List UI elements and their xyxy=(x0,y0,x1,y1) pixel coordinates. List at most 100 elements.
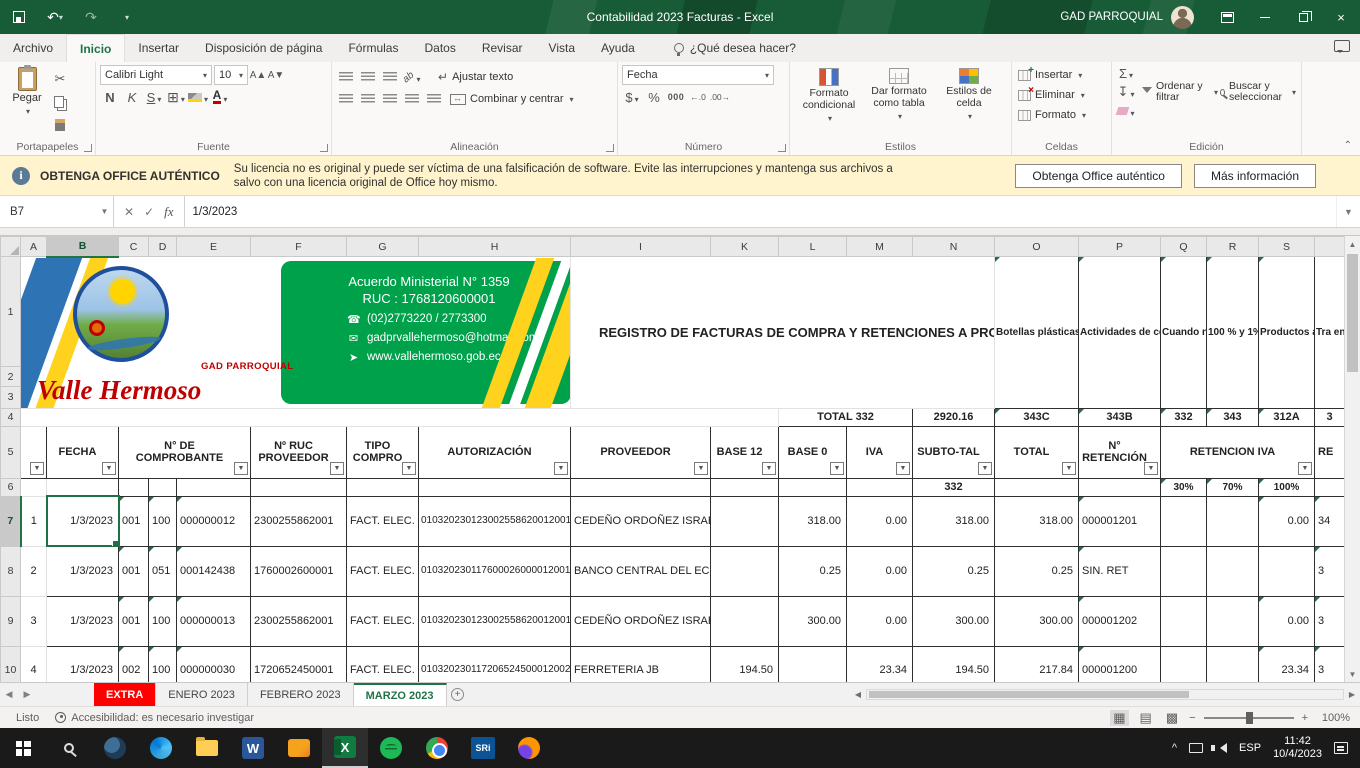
tab-revisar[interactable]: Revisar xyxy=(469,34,536,62)
col-header-n[interactable]: N xyxy=(913,237,995,257)
empty-cell[interactable] xyxy=(119,478,149,496)
sheet-tab-marzo[interactable]: MARZO 2023 xyxy=(354,683,447,706)
row-header-2[interactable]: 2 xyxy=(1,367,20,387)
row-header-4[interactable]: 4 xyxy=(1,408,21,426)
cell[interactable]: 001 xyxy=(119,496,149,546)
vertical-scrollbar[interactable]: ▲ ▼ xyxy=(1344,236,1360,682)
cell[interactable]: 0103202301230025586200120011000000000131… xyxy=(419,596,571,646)
cell[interactable]: CEDEÑO ORDOÑEZ ISRAEL DAVID xyxy=(571,596,711,646)
cell[interactable]: 2300255862001 xyxy=(251,596,347,646)
restore-button[interactable] xyxy=(1284,0,1322,34)
name-box-caret-icon[interactable]: ▼ xyxy=(96,196,114,227)
cell[interactable] xyxy=(1161,646,1207,682)
empty-cell[interactable] xyxy=(995,478,1079,496)
side-header-agricolas[interactable]: Productos agrícolas o Pecuarios 1% xyxy=(1259,257,1315,409)
zoom-slider-thumb[interactable] xyxy=(1246,712,1253,724)
currency-button[interactable]: $ xyxy=(622,87,642,107)
delete-cells-button[interactable]: Eliminar xyxy=(1016,85,1107,105)
col-header-f[interactable]: F xyxy=(251,237,347,257)
side-header-sin-retencion[interactable]: Cuando no hay retención xyxy=(1161,257,1207,409)
merge-center-button[interactable]: Combinar y centrar xyxy=(446,92,578,106)
user-avatar[interactable] xyxy=(1171,6,1194,29)
filter-icon[interactable] xyxy=(102,462,116,475)
align-center-button[interactable] xyxy=(358,89,378,109)
underline-button[interactable]: S xyxy=(144,87,164,107)
col-header-q[interactable]: Q xyxy=(1161,237,1207,257)
scroll-down-icon[interactable]: ▼ xyxy=(1345,666,1360,682)
cell[interactable] xyxy=(779,646,847,682)
zoom-level[interactable]: 100% xyxy=(1316,712,1350,724)
code-partial-cell[interactable]: 3 xyxy=(1315,408,1345,426)
sheet-tab-enero[interactable]: ENERO 2023 xyxy=(156,683,248,706)
tab-insertar[interactable]: Insertar xyxy=(125,34,192,62)
decrease-indent-button[interactable] xyxy=(402,89,422,109)
empty-cell[interactable] xyxy=(47,478,119,496)
cell[interactable]: FACT. ELEC. xyxy=(347,496,419,546)
tab-archivo[interactable]: Archivo xyxy=(0,34,66,62)
row-header-6[interactable]: 6 xyxy=(1,478,21,496)
clipboard-dialog-launcher[interactable] xyxy=(84,144,92,152)
thousands-button[interactable]: 000 xyxy=(666,87,686,107)
font-size-combo[interactable]: 10 xyxy=(214,65,248,85)
conditional-formatting-button[interactable]: Formato condicional xyxy=(794,65,864,125)
side-header-microempresa[interactable]: 100 % y 1%.- Regimen microempresa xyxy=(1207,257,1259,409)
zoom-out-button[interactable]: − xyxy=(1189,712,1195,724)
cell[interactable]: SIN. RET xyxy=(1079,546,1161,596)
tab-datos[interactable]: Datos xyxy=(411,34,468,62)
row-header-9[interactable]: 9 xyxy=(1,596,21,646)
cell[interactable]: 0103202301176000260000120010510001424381… xyxy=(419,546,571,596)
cell[interactable]: 300.00 xyxy=(913,596,995,646)
cell[interactable]: 318.00 xyxy=(995,496,1079,546)
chrome-icon[interactable] xyxy=(414,728,460,768)
side-header-botellas[interactable]: Botellas plásticas 1% xyxy=(995,257,1079,409)
format-painter-button[interactable] xyxy=(50,115,70,135)
cell[interactable]: FERRETERIA JB xyxy=(571,646,711,682)
empty-cell[interactable] xyxy=(347,478,419,496)
grow-font-button[interactable]: A▲ xyxy=(250,65,266,85)
empty-cell[interactable] xyxy=(779,478,847,496)
side-header-partial[interactable]: Tra en bie mu 1,7 xyxy=(1315,257,1345,409)
increase-indent-button[interactable] xyxy=(424,89,444,109)
find-select-button[interactable]: Buscar y seleccionar xyxy=(1220,65,1296,119)
cell[interactable]: 300.00 xyxy=(995,596,1079,646)
empty-cell[interactable] xyxy=(1315,478,1345,496)
cell[interactable] xyxy=(1207,546,1259,596)
filter-icon[interactable] xyxy=(830,462,844,475)
cell[interactable]: 34 xyxy=(1315,496,1345,546)
col-header-d[interactable]: D xyxy=(149,237,177,257)
filter-icon[interactable] xyxy=(1144,462,1158,475)
empty-cell[interactable] xyxy=(177,478,251,496)
hscroll-left-icon[interactable]: ◀ xyxy=(850,690,866,699)
search-button[interactable] xyxy=(46,728,92,768)
header-iva[interactable]: IVA xyxy=(847,426,913,478)
cell[interactable]: 300.00 xyxy=(779,596,847,646)
format-as-table-button[interactable]: Dar formato como tabla xyxy=(864,65,934,125)
cell[interactable] xyxy=(1259,546,1315,596)
cell[interactable] xyxy=(1161,596,1207,646)
page-layout-view-button[interactable]: ▤ xyxy=(1137,710,1155,726)
page-break-view-button[interactable]: ▩ xyxy=(1163,710,1181,726)
cell[interactable]: CEDEÑO ORDOÑEZ ISRAEL DAVID xyxy=(571,496,711,546)
cell[interactable]: 100 xyxy=(149,496,177,546)
insert-cells-button[interactable]: Insertar xyxy=(1016,65,1107,85)
cell[interactable] xyxy=(1161,496,1207,546)
cell[interactable]: 051 xyxy=(149,546,177,596)
comments-icon[interactable] xyxy=(1334,40,1350,52)
header-fecha[interactable]: FECHA xyxy=(47,426,119,478)
formula-input[interactable]: 1/3/2023 xyxy=(185,196,1336,227)
fill-button[interactable]: ↧ xyxy=(1116,84,1136,100)
cell[interactable]: 318.00 xyxy=(913,496,995,546)
selected-cell-b7[interactable]: 1/3/2023 xyxy=(47,496,119,546)
more-info-button[interactable]: Más información xyxy=(1194,164,1316,188)
clear-button[interactable] xyxy=(1116,103,1136,119)
vertical-scroll-thumb[interactable] xyxy=(1347,254,1358,372)
cell[interactable] xyxy=(1207,496,1259,546)
cell[interactable]: 0103202301230025586200120011000000000121… xyxy=(419,496,571,546)
cell[interactable]: 100 xyxy=(149,646,177,682)
normal-view-button[interactable]: ▦ xyxy=(1110,710,1128,726)
undo-button[interactable]: ↶▾ xyxy=(44,6,66,28)
cell[interactable]: 000000030 xyxy=(177,646,251,682)
tab-inicio[interactable]: Inicio xyxy=(66,34,125,62)
cell[interactable]: 1/3/2023 xyxy=(47,596,119,646)
app-icon-orange[interactable] xyxy=(276,728,322,768)
